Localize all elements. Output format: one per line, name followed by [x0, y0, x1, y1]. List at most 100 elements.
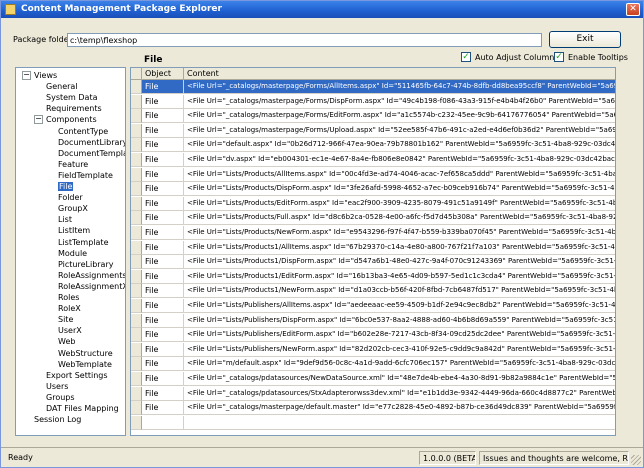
data-grid[interactable]: Object Content File <File Url="_catalogs/… — [130, 67, 616, 436]
cell-object[interactable]: File — [142, 269, 184, 284]
tree-node[interactable]: Export Settings — [46, 371, 108, 381]
row-header[interactable] — [131, 167, 142, 182]
cell-object[interactable]: File — [142, 196, 184, 211]
cell-content[interactable]: <File Url="_catalogs/masterpage/default.… — [184, 401, 615, 416]
tree-node[interactable]: UserX — [58, 326, 82, 336]
cell-object[interactable]: File — [142, 138, 184, 153]
tree-node[interactable]: Session Log — [34, 415, 81, 425]
cell-object[interactable]: File — [142, 109, 184, 124]
row-header[interactable] — [131, 386, 142, 401]
cell-content[interactable]: <File Url="Lists/Products/EditForm.aspx"… — [184, 197, 615, 211]
collapse-toggle-icon[interactable]: − — [22, 71, 31, 80]
cell-content[interactable]: <File Url="default.aspx" Id="0b26d712-96… — [184, 138, 615, 153]
cell-object[interactable]: File — [142, 255, 184, 270]
tree-node[interactable]: ListItem — [58, 226, 90, 236]
auto-adjust-columns-checkbox[interactable]: ✓ Auto Adjust Columns — [461, 52, 558, 62]
cell-content[interactable]: <File Url="Lists/Products/DispForm.aspx"… — [184, 182, 615, 197]
cell-object[interactable] — [142, 415, 184, 430]
row-header[interactable] — [131, 196, 142, 211]
cell-object[interactable]: File — [142, 240, 184, 255]
cell-object[interactable]: File — [142, 123, 184, 138]
row-header[interactable] — [131, 240, 142, 255]
row-header[interactable] — [131, 80, 142, 94]
cell-content[interactable]: <File Url="m/default.aspx" Id="9def9d56-… — [184, 357, 615, 372]
cell-content[interactable]: <File Url="Lists/Publishers/EditForm.asp… — [184, 328, 615, 343]
tree-node[interactable]: System Data — [46, 93, 97, 103]
tree-node[interactable]: Requirements — [46, 104, 102, 114]
tree-node[interactable]: List — [58, 215, 72, 225]
cell-content[interactable]: <File Url="_catalogs/masterpage/Forms/Up… — [184, 124, 615, 138]
tree-node[interactable]: General — [46, 82, 78, 92]
row-header[interactable] — [131, 255, 142, 270]
cell-content[interactable]: <File Url="Lists/Products1/NewForm.aspx"… — [184, 284, 615, 299]
row-header[interactable] — [131, 269, 142, 284]
tree-node[interactable]: Site — [58, 315, 73, 325]
exit-button[interactable]: Exit — [549, 31, 621, 48]
cell-object[interactable]: File — [142, 182, 184, 197]
tree-node[interactable]: Folder — [58, 193, 83, 203]
tree-node[interactable]: RoleAssignments — [58, 271, 125, 281]
cell-content[interactable]: <File Url="dv.aspx" Id="eb004301-ec1e-4e… — [184, 153, 615, 167]
cell-content[interactable]: <File Url="Lists/Products/NewForm.aspx" … — [184, 226, 615, 240]
grid-corner[interactable] — [131, 68, 142, 80]
cell-content[interactable]: <File Url="Lists/Products1/AllItems.aspx… — [184, 241, 615, 255]
enable-tooltips-checkbox[interactable]: ✓ Enable Tooltips — [554, 52, 628, 62]
tree-node[interactable]: DocumentLibrary — [58, 138, 125, 148]
column-header-object[interactable]: Object — [142, 68, 184, 80]
row-header[interactable] — [131, 328, 142, 343]
row-header[interactable] — [131, 401, 142, 416]
cell-object[interactable]: File — [142, 386, 184, 401]
tree-node[interactable]: − Components — [34, 115, 97, 125]
collapse-toggle-icon[interactable]: − — [34, 115, 43, 125]
cell-content[interactable]: <File Url="Lists/Publishers/AllItems.asp… — [184, 299, 615, 313]
column-header-content[interactable]: Content — [184, 68, 615, 80]
cell-object[interactable]: File — [142, 313, 184, 328]
tree-node[interactable]: Users — [46, 382, 68, 392]
tree-node[interactable]: RoleX — [58, 304, 81, 314]
cell-content[interactable] — [184, 416, 615, 430]
cell-object[interactable]: File — [142, 401, 184, 416]
tree-node[interactable]: FieldTemplate — [58, 171, 113, 181]
row-header[interactable] — [131, 94, 142, 109]
cell-object[interactable]: File — [142, 328, 184, 343]
cell-content[interactable]: <File Url="_catalogs/pdatasources/NewDat… — [184, 372, 615, 386]
tree-node[interactable]: DAT Files Mapping — [46, 404, 119, 414]
cell-object[interactable]: File — [142, 153, 184, 167]
cell-object[interactable]: File — [142, 94, 184, 109]
tree-node[interactable]: File — [58, 182, 74, 192]
tree-node[interactable]: Module — [58, 249, 87, 259]
row-header[interactable] — [131, 284, 142, 299]
tree-node[interactable]: DocumentTemplate — [58, 149, 125, 159]
tree-node[interactable]: PictureLibrary — [58, 260, 113, 270]
close-button[interactable]: ✕ — [626, 3, 640, 16]
row-header[interactable] — [131, 313, 142, 328]
cell-object[interactable]: File — [142, 284, 184, 299]
cell-content[interactable]: <File Url="Lists/Publishers/NewForm.aspx… — [184, 343, 615, 357]
row-header[interactable] — [131, 109, 142, 124]
cell-object[interactable]: File — [142, 342, 184, 357]
title-bar[interactable]: Content Management Package Explorer ✕ — [1, 1, 643, 18]
cell-content[interactable]: <File Url="Lists/Products/Full.aspx" Id=… — [184, 211, 615, 226]
cell-content[interactable]: <File Url="_catalogs/pdatasources/StxAda… — [184, 387, 615, 401]
cell-object[interactable]: File — [142, 357, 184, 372]
tree-node[interactable]: GroupX — [58, 204, 88, 214]
cell-content[interactable]: <File Url="_catalogs/masterpage/Forms/Di… — [184, 95, 615, 109]
cell-object[interactable]: File — [142, 80, 184, 94]
tree-node[interactable]: Web — [58, 337, 75, 347]
tree-node[interactable]: ContentType — [58, 127, 108, 137]
cell-object[interactable]: File — [142, 167, 184, 182]
tree-node[interactable]: Roles — [58, 293, 79, 303]
row-header[interactable] — [131, 299, 142, 313]
row-header[interactable] — [131, 211, 142, 226]
row-header[interactable] — [131, 372, 142, 386]
row-header[interactable] — [131, 123, 142, 138]
cell-content[interactable]: <File Url="Lists/Publishers/DispForm.asp… — [184, 314, 615, 328]
row-header[interactable] — [131, 182, 142, 197]
cell-object[interactable]: File — [142, 226, 184, 240]
cell-object[interactable]: File — [142, 299, 184, 313]
tree-node[interactable]: Groups — [46, 393, 75, 403]
cell-content[interactable]: <File Url="Lists/Products/AllItems.aspx"… — [184, 168, 615, 182]
tree-node[interactable]: Feature — [58, 160, 88, 170]
row-header[interactable] — [131, 342, 142, 357]
cell-object[interactable]: File — [142, 211, 184, 226]
